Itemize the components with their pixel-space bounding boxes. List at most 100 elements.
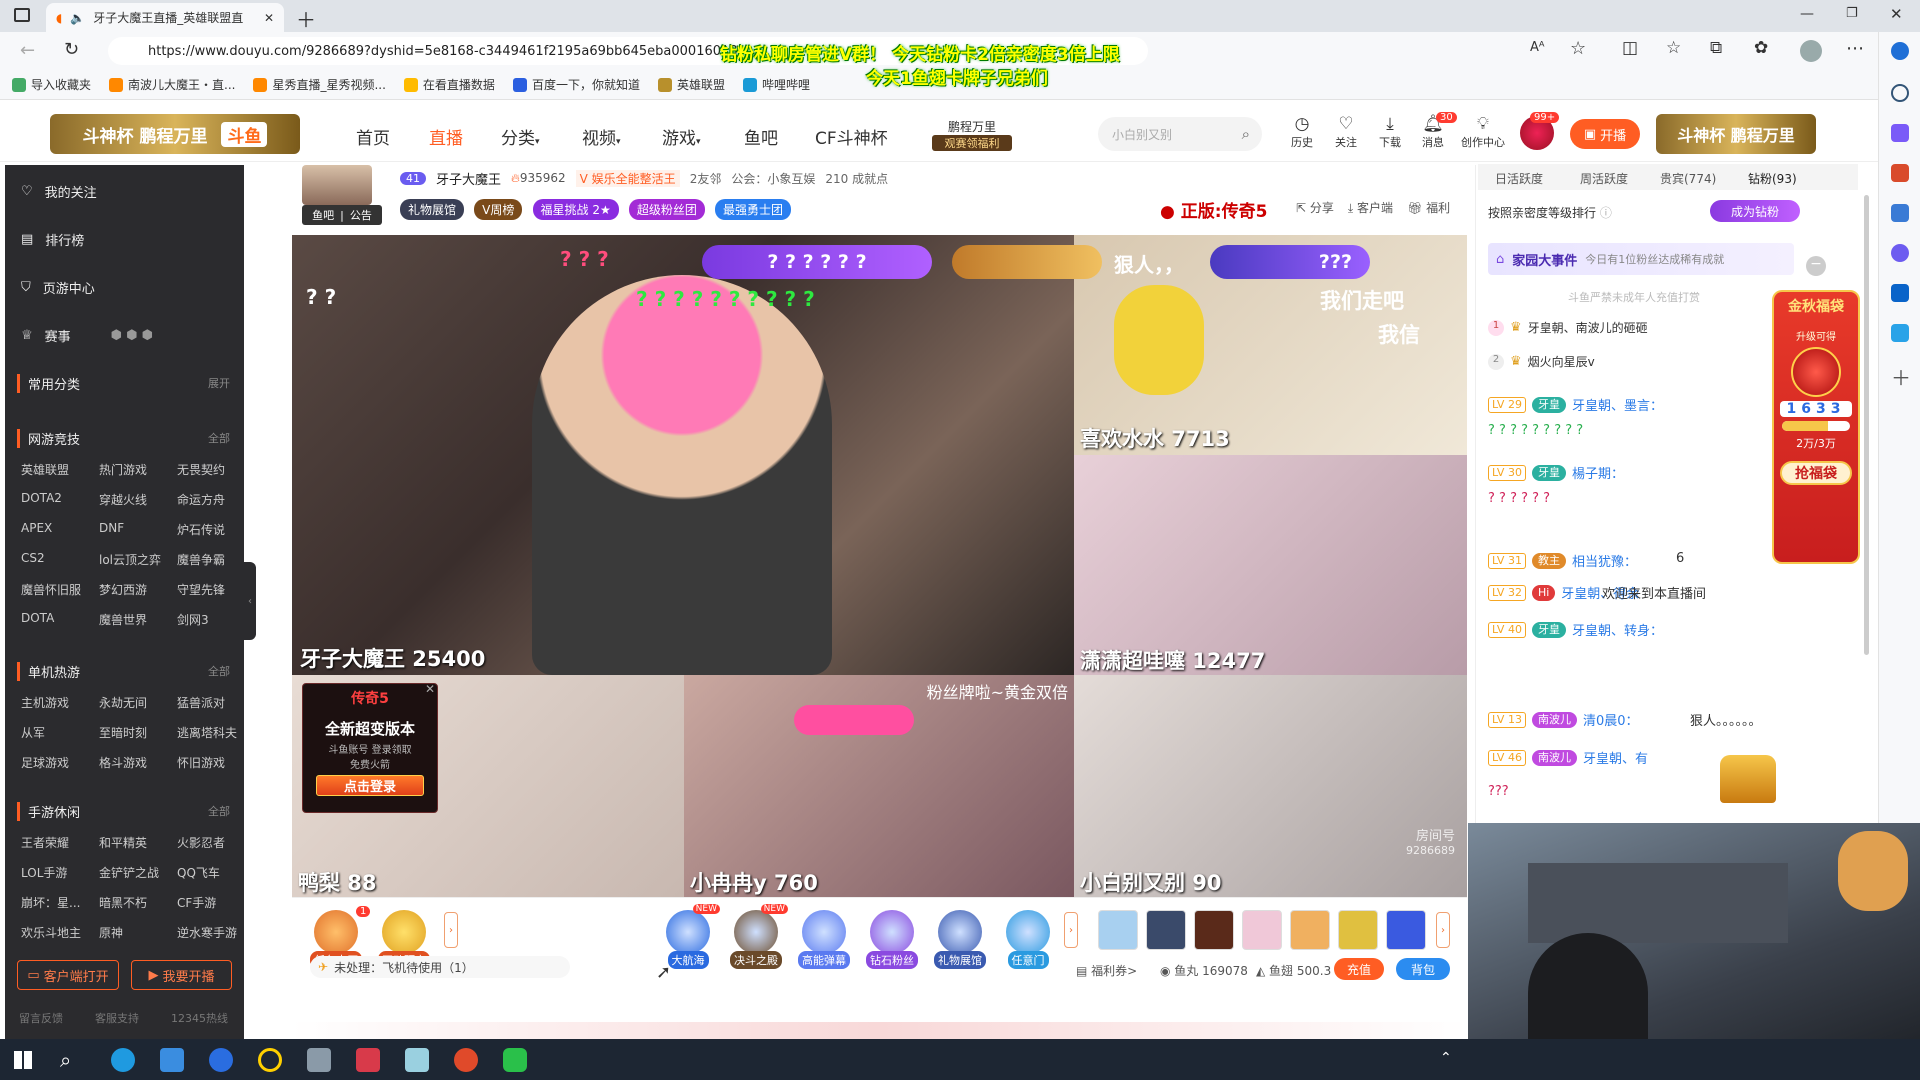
bing-icon[interactable] — [1891, 42, 1909, 60]
favorite-item[interactable]: 在看直播数据 — [403, 76, 495, 93]
feature-button[interactable]: 高能弹幕 — [796, 910, 852, 969]
tag-gift-hall[interactable]: 礼物展馆 — [400, 199, 465, 220]
tag-icon[interactable] — [1891, 124, 1909, 142]
help-icon[interactable]: ⓘ — [1600, 206, 1612, 220]
add-icon[interactable]: ＋ — [1891, 362, 1911, 391]
gift-item[interactable] — [1338, 910, 1378, 950]
chat-message[interactable]: LV 31 教主 相当犹豫： — [1488, 551, 1637, 570]
extensions-icon[interactable]: ✿ — [1754, 38, 1768, 58]
event-logo-left[interactable]: 斗神杯 鹏程万里 斗鱼 — [50, 114, 300, 154]
download-button[interactable]: ⤓ 下载 — [1370, 114, 1410, 150]
tab-diamond[interactable]: 钻粉(93) — [1748, 170, 1797, 187]
category-link[interactable]: 穿越火线 — [99, 491, 147, 508]
category-link[interactable]: 猛兽派对 — [177, 694, 225, 711]
collections-icon[interactable]: ⧉ — [1710, 38, 1722, 58]
gift-item[interactable] — [1146, 910, 1186, 950]
category-link[interactable]: 主机游戏 — [21, 694, 69, 711]
category-link[interactable]: 火影忍者 — [177, 834, 225, 851]
expand-arrow[interactable]: › — [444, 912, 458, 948]
nav-category[interactable]: 分类▾ — [501, 124, 540, 149]
tab-daily[interactable]: 日活跃度 — [1495, 170, 1543, 187]
video-player[interactable]: 牙子大魔王 25400 喜欢水水 7713 潇潇超哇噻 12477 鸭梨 88 … — [292, 235, 1467, 897]
expand-arrow[interactable]: › — [1436, 912, 1450, 948]
history-button[interactable]: ◷ 历史 — [1282, 114, 1322, 150]
gift-item[interactable] — [1290, 910, 1330, 950]
sidebar-item-ranking[interactable]: ▤ 排行榜 — [5, 228, 244, 250]
nav-games[interactable]: 游戏▾ — [662, 124, 701, 149]
search-input[interactable]: 小白别又别 ⌕ — [1098, 117, 1262, 151]
category-link[interactable]: 热门游戏 — [99, 461, 147, 478]
people-icon[interactable] — [1891, 204, 1909, 222]
category-link[interactable]: CS2 — [21, 551, 45, 565]
favorite-item[interactable]: 导入收藏夹 — [12, 76, 91, 93]
game-popup[interactable]: ✕ 传奇5 全新超变版本 斗鱼账号 登录领取 免费火箭 点击登录 — [302, 682, 438, 813]
expand-link[interactable]: 展开 — [208, 375, 230, 391]
restore-icon[interactable]: ❐ — [1846, 6, 1858, 21]
chat-username[interactable]: 牙皇朝、墨言： — [1572, 395, 1663, 414]
outlook-icon[interactable] — [1891, 284, 1909, 302]
category-link[interactable]: 欢乐斗地主 — [21, 924, 81, 941]
tag-lucky-star[interactable]: 福星挑战 2★ — [532, 199, 619, 220]
start-icon[interactable] — [14, 1051, 32, 1069]
category-link[interactable]: 魔兽争霸 — [177, 551, 225, 568]
category-link[interactable]: 炉石传说 — [177, 521, 225, 538]
favorite-item[interactable]: 英雄联盟 — [657, 76, 725, 93]
become-diamond-button[interactable]: 成为钻粉 — [1710, 200, 1800, 222]
sidebar-item-webgames[interactable]: ⛉ 页游中心 — [5, 276, 244, 298]
feature-button[interactable]: 大航海 NEW — [660, 904, 720, 969]
chat-collapse-icon[interactable]: − — [1806, 256, 1826, 276]
category-link[interactable]: LOL手游 — [21, 864, 67, 881]
category-link[interactable]: 格斗游戏 — [99, 754, 147, 771]
favorites-icon[interactable]: ☆ — [1666, 38, 1681, 58]
browser-tab[interactable]: ◖ 🔈 牙子大魔王直播_英雄联盟直 ✕ — [46, 3, 284, 32]
tag-super-fans[interactable]: 超级粉丝团 — [628, 199, 705, 220]
section-all-link[interactable]: 全部 — [208, 803, 230, 819]
category-link[interactable]: 无畏契约 — [177, 461, 225, 478]
back-icon[interactable]: ← — [20, 40, 35, 61]
nav-home[interactable]: 首页 — [356, 124, 390, 149]
chat-username[interactable]: 牙皇朝、有 — [1583, 748, 1648, 767]
category-link[interactable]: 原神 — [99, 924, 123, 941]
notes-app-icon[interactable] — [405, 1048, 429, 1072]
game-ad[interactable]: ● 正版:传奇5 — [1160, 197, 1267, 222]
category-link[interactable]: CF手游 — [177, 894, 216, 911]
category-link[interactable]: 逃离塔科夫 — [177, 724, 237, 741]
nav-cf-cup[interactable]: CF斗神杯 — [815, 124, 888, 149]
event-banner[interactable]: ⌂ 家园大事件 今日有1位粉丝达成稀有成就 — [1488, 243, 1794, 275]
category-link[interactable]: 至暗时刻 — [99, 724, 147, 741]
chat-message[interactable]: LV 46 南波儿 牙皇朝、有 — [1488, 748, 1648, 767]
category-link[interactable]: lol云顶之弈 — [99, 551, 161, 568]
category-link[interactable]: 金铲铲之战 — [99, 864, 159, 881]
favorite-item[interactable]: 南波儿大魔王・直... — [109, 76, 235, 93]
search-icon[interactable]: ⌕ — [60, 1048, 71, 1072]
calculator-icon[interactable] — [307, 1048, 331, 1072]
feature-button[interactable]: 任意门 — [1000, 910, 1056, 969]
expand-arrow[interactable]: › — [1064, 912, 1078, 948]
go-live-button[interactable]: ▣ 开播 — [1570, 119, 1640, 149]
client-open-button[interactable]: ▭ 客户端打开 — [17, 960, 119, 990]
refresh-icon[interactable]: ↻ — [64, 39, 79, 60]
briefcase-icon[interactable] — [1891, 164, 1909, 182]
tab-vip[interactable]: 贵宾(774) — [1660, 170, 1716, 187]
tab-weekly[interactable]: 周活跃度 — [1580, 170, 1628, 187]
feature-button[interactable]: 礼物展馆 — [932, 910, 988, 969]
category-link[interactable]: V 娱乐全能整活王 — [575, 170, 680, 187]
chat-username[interactable]: 相当犹豫： — [1572, 551, 1637, 570]
pending-items[interactable]: ✈ 未处理：飞机待使用（1） — [310, 956, 570, 978]
feature-button[interactable]: 决斗之殿 NEW — [728, 904, 788, 969]
fortune-bag-widget[interactable]: 金秋福袋 升级可得 1633 2万/3万 抢福袋 — [1772, 290, 1860, 564]
category-link[interactable]: 魔兽世界 — [99, 611, 147, 628]
copilot-icon[interactable] — [1891, 244, 1909, 262]
nav-fishbar[interactable]: 鱼吧 — [744, 124, 778, 149]
category-link[interactable]: 暗黑不朽 — [99, 894, 147, 911]
favorite-item[interactable]: 百度一下，你就知道 — [512, 76, 640, 93]
category-link[interactable]: 守望先锋 — [177, 581, 225, 598]
category-link[interactable]: 魔兽怀旧服 — [21, 581, 81, 598]
feature-button[interactable]: 钻石粉丝 — [864, 910, 920, 969]
category-link[interactable]: 永劫无间 — [99, 694, 147, 711]
popup-login-button[interactable]: 点击登录 — [316, 775, 424, 796]
send-icon[interactable] — [1891, 324, 1909, 342]
footer-feedback[interactable]: 留言反馈 — [19, 1010, 63, 1026]
tab-actions-icon[interactable] — [14, 8, 30, 22]
bag-button[interactable]: 背包 — [1396, 958, 1450, 980]
